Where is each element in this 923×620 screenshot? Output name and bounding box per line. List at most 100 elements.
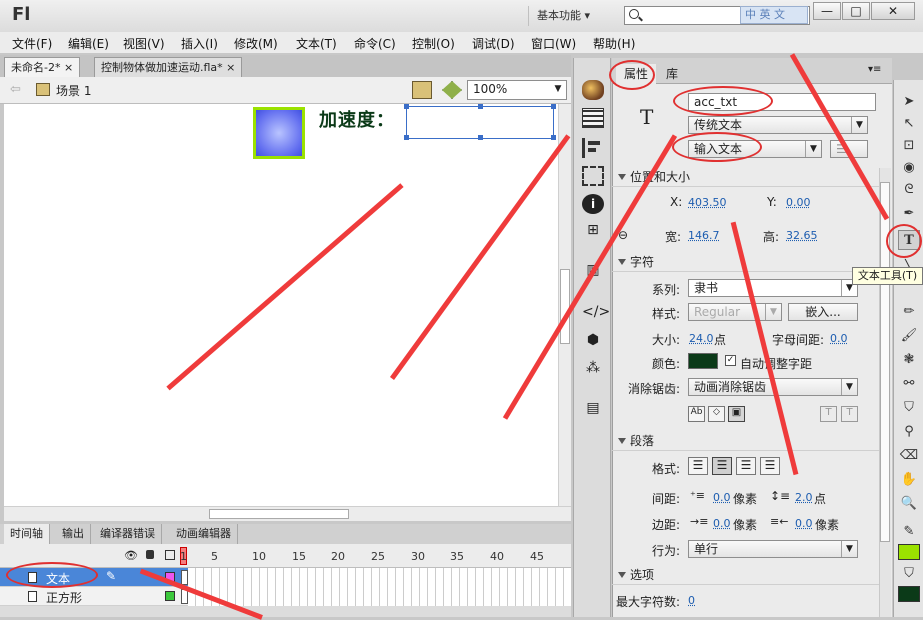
fill-color-swatch[interactable]	[898, 586, 920, 602]
workspace-switcher[interactable]: 基本功能 ▾	[528, 6, 610, 26]
subselection-tool-icon[interactable]: ↖	[898, 114, 920, 134]
subscript-icon[interactable]: T	[841, 406, 858, 422]
zoom-tool-icon[interactable]: 🔍	[898, 494, 920, 514]
menu-text[interactable]: 文本(T)	[296, 35, 337, 52]
width-value[interactable]: 146.7	[688, 229, 720, 242]
selection-tool-icon[interactable]: ➤	[898, 92, 920, 112]
swatches-icon[interactable]	[582, 108, 604, 128]
section-options[interactable]: 选项	[612, 565, 880, 585]
menu-view[interactable]: 视图(V)	[123, 35, 165, 52]
menu-command[interactable]: 命令(C)	[354, 35, 396, 52]
behavior-select[interactable]: 单行 ▼	[688, 540, 858, 558]
height-value[interactable]: 32.65	[786, 229, 818, 242]
tab-timeline[interactable]: 时间轴	[4, 524, 50, 544]
hand-tool-icon[interactable]: ✋	[898, 470, 920, 490]
eye-icon[interactable]: 👁	[124, 549, 138, 562]
x-value[interactable]: 403.50	[688, 196, 727, 209]
y-value[interactable]: 0.00	[786, 196, 811, 209]
frame-number: 45	[530, 550, 544, 563]
menu-control[interactable]: 控制(O)	[412, 35, 455, 52]
menu-help[interactable]: 帮助(H)	[593, 35, 635, 52]
letter-spacing-value[interactable]: 0.0	[830, 332, 848, 345]
menu-edit[interactable]: 编辑(E)	[68, 35, 109, 52]
square-symbol[interactable]	[253, 107, 305, 159]
stroke-color-icon[interactable]: ✎	[898, 522, 920, 542]
zoom-select[interactable]: 100% ▼	[467, 80, 567, 100]
align-icon[interactable]	[582, 138, 604, 158]
menu-debug[interactable]: 调试(D)	[472, 35, 515, 52]
stage-horizontal-scrollbar[interactable]	[4, 506, 571, 521]
menu-file[interactable]: 文件(F)	[12, 35, 52, 52]
keyframe[interactable]	[181, 570, 188, 585]
3d-rotation-icon[interactable]: ◉	[898, 158, 920, 178]
menu-insert[interactable]: 插入(I)	[181, 35, 218, 52]
max-chars-value[interactable]: 0	[688, 594, 695, 607]
font-family-select[interactable]: 隶书 ▼	[688, 279, 858, 297]
tab-compiler-errors[interactable]: 编译器错误	[94, 524, 162, 544]
deco-tool-icon[interactable]: ❃	[898, 350, 920, 370]
eyedropper-icon[interactable]: ⚲	[898, 422, 920, 442]
minimize-button[interactable]: —	[813, 2, 841, 20]
font-style-select[interactable]: Regular ▼	[688, 303, 782, 321]
menu-modify[interactable]: 修改(M)	[234, 35, 278, 52]
menu-window[interactable]: 窗口(W)	[531, 35, 576, 52]
close-icon[interactable]: ×	[226, 61, 235, 74]
eraser-icon[interactable]: ⌫	[898, 446, 920, 466]
html-render-icon[interactable]: ◇	[708, 406, 725, 422]
transform-icon[interactable]	[582, 166, 604, 186]
paint-bucket-icon[interactable]: ⛉	[898, 398, 920, 418]
size-value[interactable]: 24.0	[689, 332, 714, 345]
panel-menu-icon[interactable]: ▾≡	[868, 64, 881, 75]
align-left-icon[interactable]: ☰	[688, 457, 708, 475]
edit-symbol-icon[interactable]	[442, 81, 462, 99]
maximize-button[interactable]: □	[842, 2, 870, 20]
free-transform-icon[interactable]: ⊡	[898, 136, 920, 156]
edit-scene-icon[interactable]	[412, 81, 432, 99]
align-center-icon[interactable]: ☰	[712, 457, 732, 475]
brush-tool-icon[interactable]: 🖌	[898, 326, 920, 346]
close-icon[interactable]: ×	[64, 61, 73, 74]
actions-icon[interactable]: </>	[582, 304, 610, 324]
acc-text-field[interactable]	[404, 104, 556, 140]
border-icon[interactable]: ▣	[728, 406, 745, 422]
back-arrow-icon[interactable]: ⇦	[10, 82, 21, 97]
pencil-tool-icon[interactable]: ✏	[898, 302, 920, 322]
right-margin-value[interactable]: 0.0	[795, 517, 813, 530]
fill-color-icon[interactable]: ⛉	[898, 564, 920, 584]
auto-kern-checkbox[interactable]: ✓	[725, 355, 736, 366]
info-icon[interactable]: i	[582, 194, 604, 214]
movie-explorer-icon[interactable]: ▤	[582, 400, 604, 420]
indent-value[interactable]: 0.0	[713, 491, 731, 504]
frame-number: 25	[371, 550, 385, 563]
justify-icon[interactable]: ☰	[760, 457, 780, 475]
tab-library[interactable]: 库	[658, 64, 686, 84]
pen-tool-icon[interactable]: ✒	[898, 204, 920, 224]
lock-icon[interactable]	[146, 550, 154, 559]
bone-tool-icon[interactable]: ⚯	[898, 374, 920, 394]
close-button[interactable]: ✕	[871, 2, 915, 20]
behavior-label: 行为:	[652, 544, 681, 558]
color-palette-icon[interactable]	[582, 80, 604, 100]
stage[interactable]: 加速度：	[4, 104, 558, 506]
cube-icon[interactable]: ⬢	[582, 332, 604, 352]
tab-untitled-2[interactable]: 未命名-2* ×	[4, 57, 81, 77]
line-spacing-value[interactable]: 2.0	[795, 491, 813, 504]
section-paragraph[interactable]: 段落	[612, 431, 880, 451]
tab-accel-motion[interactable]: 控制物体做加速运动.fla* ×	[94, 57, 243, 77]
text-color-swatch[interactable]	[688, 353, 718, 369]
motion-presets-icon[interactable]: ⁂	[582, 360, 604, 380]
tab-motion-editor[interactable]: 动画编辑器	[170, 524, 238, 544]
left-margin-value[interactable]: 0.0	[713, 517, 731, 530]
layer-color-swatch[interactable]	[165, 591, 175, 601]
max-chars-label: 最大字符数:	[616, 595, 681, 609]
embed-button[interactable]: 嵌入...	[788, 303, 858, 321]
layer-row-square[interactable]: 正方形	[0, 587, 571, 606]
superscript-icon[interactable]: T	[820, 406, 837, 422]
stroke-color-swatch[interactable]	[898, 544, 920, 560]
align-right-icon[interactable]: ☰	[736, 457, 756, 475]
lasso-tool-icon[interactable]: ᘓ	[898, 180, 920, 200]
components-icon[interactable]: ⊞	[582, 222, 604, 242]
tab-output[interactable]: 输出	[56, 524, 91, 544]
outline-icon[interactable]	[165, 550, 175, 560]
selectable-icon[interactable]: Ab	[688, 406, 705, 422]
